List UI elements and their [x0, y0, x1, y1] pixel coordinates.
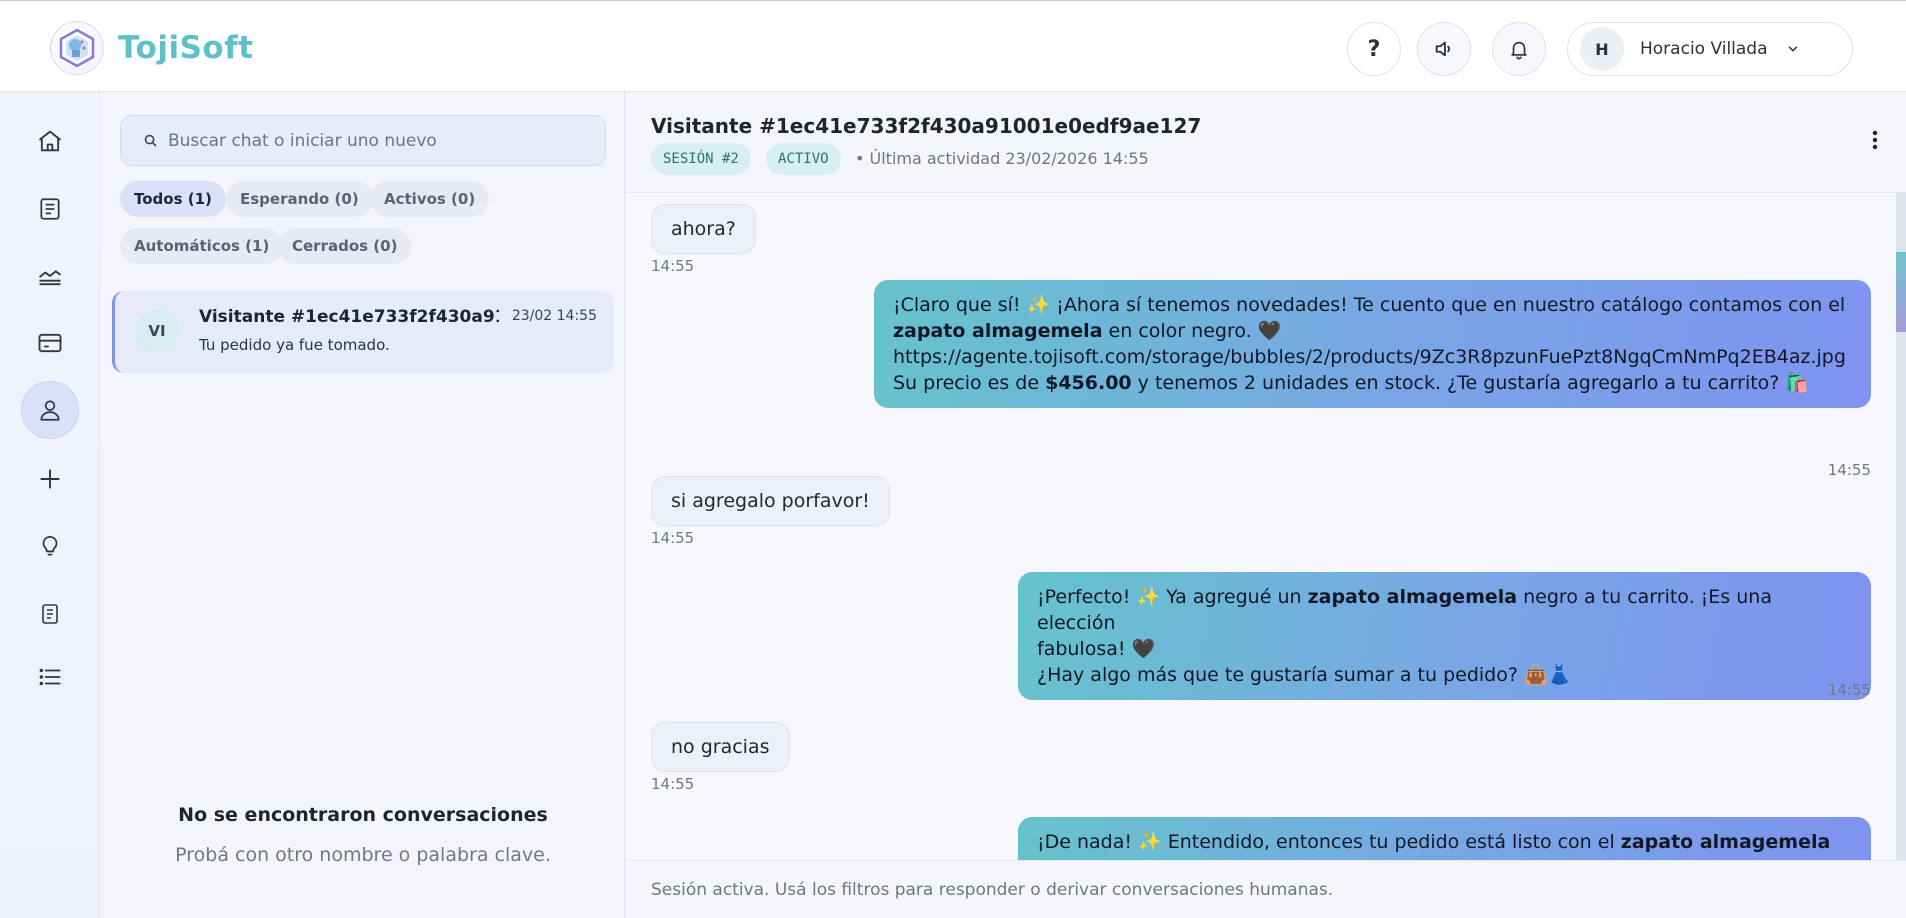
list-item[interactable]: VI Visitante #1ec41e733f2f430a91... 23/0…: [112, 291, 614, 373]
more-options-button[interactable]: [1872, 130, 1878, 154]
sound-button[interactable]: [1417, 22, 1471, 76]
product-name: zapato almagemela: [893, 320, 1103, 342]
help-button[interactable]: ?: [1347, 22, 1401, 76]
conversation-list-panel: Todos (1) Esperando (0) Activos (0) Auto…: [101, 92, 625, 918]
chat-title: Visitante #1ec41e733f2f430a91001e0edf9ae…: [651, 114, 1202, 138]
message-time: 14:55: [651, 257, 695, 275]
product-price: $456.00: [1045, 372, 1132, 394]
logo-icon: [50, 21, 104, 75]
message-line: ¿Hay algo más que te gustaría sumar a tu…: [1037, 664, 1572, 686]
filter-waiting[interactable]: Esperando (0): [226, 181, 373, 217]
card-icon: [38, 333, 62, 353]
status-badge: ACTIVO: [766, 143, 841, 175]
plus-icon: [40, 469, 60, 489]
search-box[interactable]: [120, 115, 606, 166]
empty-state-subtitle: Probá con otro nombre o palabra clave.: [175, 844, 551, 866]
nav-documents[interactable]: [21, 180, 79, 238]
kebab-menu-icon: [1872, 130, 1878, 150]
home-icon: [38, 130, 62, 152]
product-link[interactable]: https://agente.tojisoft.com/storage/bubb…: [893, 344, 1852, 370]
speaker-icon: [1435, 41, 1450, 57]
nav-billing[interactable]: [21, 314, 79, 372]
footer-hint: Sesión activa. Usá los filtros para resp…: [651, 880, 1334, 900]
bell-icon: [1511, 41, 1527, 60]
filter-all[interactable]: Todos (1): [120, 181, 226, 217]
message-line: ¡De nada! ✨ Entendido, entonces tu pedid…: [1037, 829, 1852, 855]
search-input[interactable]: [168, 130, 588, 151]
message-line: zapato almagemela en color negro. 🖤: [893, 318, 1852, 344]
top-bar: TojiSoft ? H Horacio Villada: [0, 0, 1906, 92]
brand[interactable]: TojiSoft: [50, 21, 254, 75]
user-name: Horacio Villada: [1640, 39, 1768, 59]
product-name: zapato almagemela: [1307, 586, 1518, 608]
nav-notes[interactable]: [21, 585, 79, 643]
message-time: 14:55: [1827, 461, 1871, 479]
chat-header: Visitante #1ec41e733f2f430a91001e0edf9ae…: [626, 92, 1906, 193]
notifications-button[interactable]: [1492, 22, 1546, 76]
conversation-date: 23/02 14:55: [511, 308, 597, 324]
notes-icon: [42, 604, 58, 624]
message-text: ¡De nada! ✨ Entendido, entonces tu pedid…: [1037, 831, 1621, 853]
empty-state-title: No se encontraron conversaciones: [178, 804, 548, 826]
user-icon: [40, 400, 60, 421]
outgoing-message: ¡Perfecto! ✨ Ya agregué un zapato almage…: [1018, 572, 1871, 700]
message-time: 14:55: [651, 775, 695, 793]
message-text: Su precio es de: [893, 372, 1046, 394]
nav-rail: [0, 92, 100, 918]
nav-list[interactable]: [21, 648, 79, 706]
message-text: ¡Perfecto! ✨ Ya agregué un: [1037, 586, 1308, 608]
message-line: ¡Perfecto! ✨ Ya agregué un zapato almage…: [1037, 584, 1852, 636]
filter-closed[interactable]: Cerrados (0): [278, 228, 412, 264]
last-activity: • Última actividad 23/02/2026 14:55: [855, 149, 1149, 168]
avatar: VI: [135, 309, 179, 353]
nav-users[interactable]: [21, 381, 79, 439]
incoming-message: no gracias: [651, 722, 790, 772]
app-name: TojiSoft: [118, 30, 254, 66]
incoming-message: si agregalo porfavor!: [651, 476, 890, 526]
chat-footer: Sesión activa. Usá los filtros para resp…: [626, 860, 1906, 918]
chat-panel: Visitante #1ec41e733f2f430a91001e0edf9ae…: [626, 92, 1906, 918]
outgoing-message: ¡De nada! ✨ Entendido, entonces tu pedid…: [1018, 817, 1871, 860]
chevron-down-icon: [1788, 46, 1797, 52]
search-icon: [144, 134, 157, 147]
message-text: en color negro. 🖤: [1102, 320, 1282, 342]
nav-analytics[interactable]: [21, 247, 79, 305]
message-time: 14:55: [651, 529, 695, 547]
incoming-message: ahora?: [651, 204, 756, 254]
nav-add[interactable]: [21, 450, 79, 508]
message-line: fabulosa! 🖤: [1037, 638, 1156, 660]
chart-icon: [38, 270, 62, 286]
conversation-preview: Tu pedido ya fue tomado.: [199, 336, 390, 354]
session-badge: SESIÓN #2: [651, 143, 751, 175]
help-icon: ?: [1367, 36, 1381, 62]
message-list: ahora? 14:55 ¡Claro que sí! ✨ ¡Ahora sí …: [626, 193, 1906, 860]
scrollbar-thumb[interactable]: [1896, 252, 1906, 332]
avatar: H: [1580, 27, 1624, 71]
conversation-title: Visitante #1ec41e733f2f430a91...: [199, 307, 499, 327]
lightbulb-icon: [42, 536, 58, 556]
filter-active[interactable]: Activos (0): [370, 181, 490, 217]
message-text: y tenemos 2 unidades en stock. ¿Te gusta…: [1131, 372, 1810, 394]
filter-automatic[interactable]: Automáticos (1): [120, 228, 284, 264]
product-name: zapato almagemela: [1620, 831, 1831, 853]
outgoing-message: ¡Claro que sí! ✨ ¡Ahora sí tenemos noved…: [874, 280, 1871, 408]
nav-home[interactable]: [21, 112, 79, 170]
user-menu[interactable]: H Horacio Villada: [1567, 22, 1853, 76]
message-line: ¡Claro que sí! ✨ ¡Ahora sí tenemos noved…: [893, 294, 1846, 316]
message-line: Su precio es de $456.00 y tenemos 2 unid…: [893, 370, 1852, 396]
message-time: 14:55: [1827, 681, 1871, 699]
document-icon: [40, 198, 60, 220]
nav-ideas[interactable]: [21, 517, 79, 575]
list-icon: [39, 668, 61, 686]
